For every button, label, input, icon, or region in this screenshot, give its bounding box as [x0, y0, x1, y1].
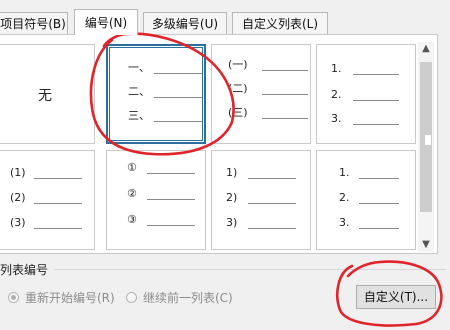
style-arabic-paren[interactable]: 1) 2) 3) [211, 150, 311, 250]
radio-button[interactable] [126, 292, 137, 303]
list-item: 1) [226, 166, 296, 182]
list-item: ③ [127, 213, 195, 229]
list-item: 2) [226, 191, 296, 207]
number-marker: (1) [10, 166, 26, 179]
number-marker: 二、 [128, 85, 150, 98]
radio-button[interactable] [8, 292, 19, 303]
number-marker: 3) [226, 216, 238, 229]
continue-list-option[interactable]: 继续前一列表(C) [126, 289, 276, 307]
list-item: 三、 [128, 109, 202, 125]
tab-bullets[interactable]: 项目符号(B) [0, 12, 68, 34]
number-marker: ② [127, 187, 137, 200]
none-label: 无 [38, 88, 52, 104]
list-item: (二) [228, 82, 308, 98]
list-item: (3) [10, 216, 82, 232]
style-arabic-dot[interactable]: 1. 2. 3. [316, 44, 416, 144]
number-marker: 1. [331, 62, 342, 75]
scrollbar-thumb[interactable] [420, 62, 432, 212]
list-item: (1) [10, 166, 82, 182]
section-divider [54, 269, 446, 270]
continue-list-label: 继续前一列表(C) [143, 291, 233, 305]
chevron-down-icon[interactable]: ▼ [418, 238, 434, 252]
style-arabic-dot-indented[interactable]: 1. 2. 3. [316, 150, 416, 250]
list-item: 二、 [128, 85, 202, 101]
list-item: 一、 [128, 61, 202, 77]
tab-multilevel[interactable]: 多级编号(U) [143, 12, 227, 34]
gallery-scrollbar[interactable]: ▲ ▼ [418, 42, 434, 252]
style-none[interactable]: 无 [0, 44, 95, 144]
number-marker: (3) [10, 216, 26, 229]
chevron-up-icon[interactable]: ▲ [418, 42, 434, 56]
number-marker: 1. [339, 166, 350, 179]
number-marker: 2. [331, 88, 342, 101]
list-item: 3) [226, 216, 296, 232]
list-item: 2. [339, 191, 399, 207]
number-marker: (三) [228, 106, 248, 119]
list-numbering-title: 列表编号 [0, 263, 49, 277]
tab-custom-list[interactable]: 自定义列表(L) [232, 12, 328, 34]
scrollbar-grip [424, 134, 432, 146]
customize-button[interactable]: 自定义(T)... [356, 285, 436, 309]
restart-numbering-label: 重新开始编号(R) [25, 291, 115, 305]
number-marker: 三、 [128, 109, 150, 122]
number-marker: 2. [339, 191, 350, 204]
number-marker: ③ [127, 213, 137, 226]
list-item: 1. [339, 166, 399, 182]
style-circled-numbers[interactable]: ① ② ③ [106, 150, 206, 250]
style-paren-arabic[interactable]: (1) (2) (3) [0, 150, 95, 250]
list-item: 3. [331, 112, 399, 128]
style-paren-chinese[interactable]: (一) (二) (三) [211, 44, 311, 144]
number-marker: 2) [226, 191, 238, 204]
tab-numbering[interactable]: 编号(N) [74, 9, 138, 35]
number-marker: 3. [339, 216, 350, 229]
number-marker: 1) [226, 166, 238, 179]
list-item: (三) [228, 106, 308, 122]
number-marker: (二) [228, 82, 248, 95]
list-item: 1. [331, 62, 399, 78]
number-marker: (2) [10, 191, 26, 204]
list-item: (2) [10, 191, 82, 207]
style-chinese-numerals[interactable]: 一、 二、 三、 [106, 44, 206, 144]
number-marker: 一、 [128, 61, 150, 74]
list-item: (一) [228, 58, 308, 74]
list-item: ① [127, 161, 195, 177]
list-item: 3. [339, 216, 399, 232]
number-marker: 3. [331, 112, 342, 125]
tab-bar: 项目符号(B) 编号(N) 多级编号(U) 自定义列表(L) [0, 0, 450, 35]
number-marker: (一) [228, 58, 248, 71]
list-item: ② [127, 187, 195, 203]
number-marker: ① [127, 161, 137, 174]
list-item: 2. [331, 88, 399, 104]
